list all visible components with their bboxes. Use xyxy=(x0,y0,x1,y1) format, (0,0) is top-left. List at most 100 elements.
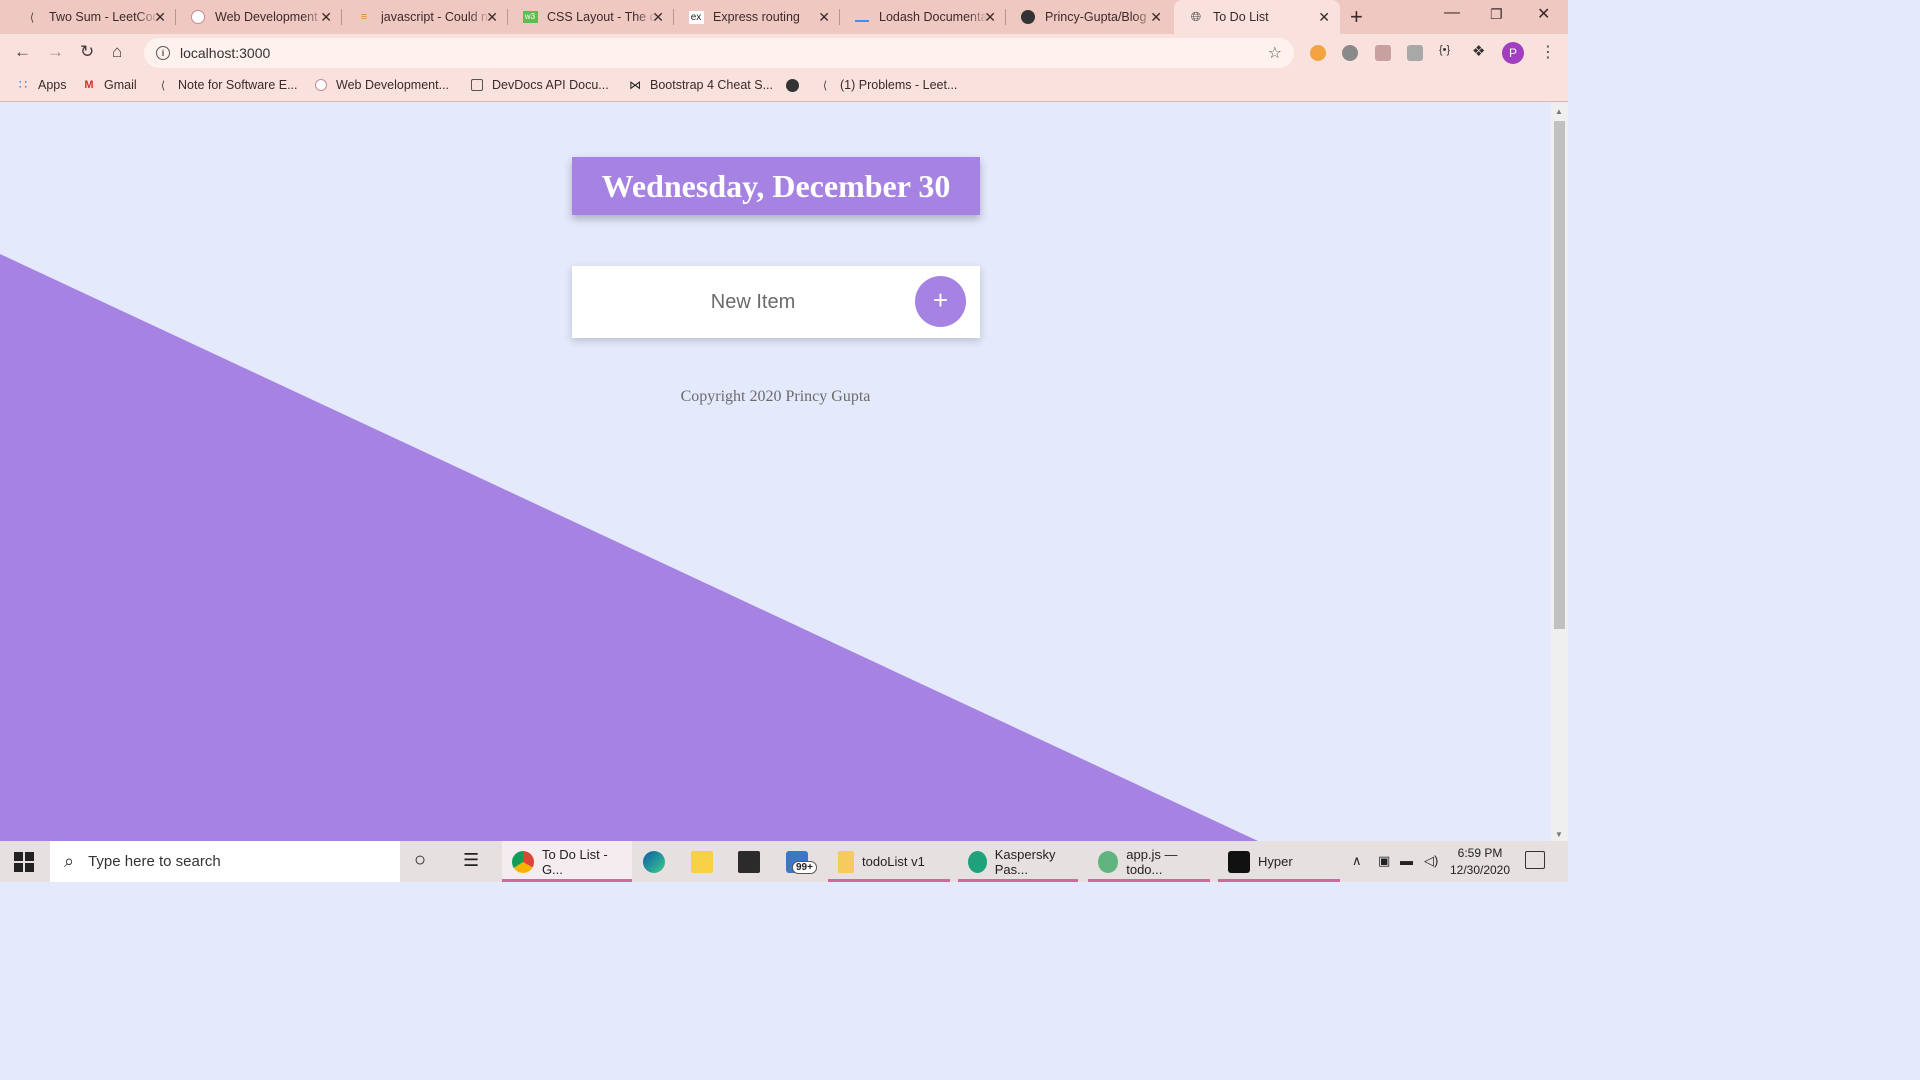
bookmark-gmail[interactable]: M Gmail xyxy=(82,78,136,92)
bookmark-problems-leetcode[interactable]: ⟨ (1) Problems - Leet... xyxy=(818,78,958,92)
bookmark-star-icon[interactable]: ☆ xyxy=(1268,43,1282,63)
tab-lodash-documentation[interactable]: Lodash Documentation ✕ xyxy=(840,0,1006,34)
bookmark-web-development[interactable]: Web Development... xyxy=(314,78,449,92)
bookmarks-bar: ∷ Apps M Gmail ⟨ Note for Software E... … xyxy=(0,72,1568,102)
clock-time: 6:59 PM xyxy=(1457,846,1503,860)
close-tab-icon[interactable]: ✕ xyxy=(984,9,996,26)
scroll-up-arrow-icon[interactable]: ▲ xyxy=(1555,107,1563,116)
store-icon xyxy=(738,850,760,873)
task-view-icon[interactable]: ☰ xyxy=(463,850,479,871)
tab-to-do-list[interactable]: 🌐︎ To Do List ✕ xyxy=(1174,0,1340,34)
taskbar-app-kaspersky[interactable]: Kaspersky Pas... xyxy=(958,841,1078,882)
scroll-down-arrow-icon[interactable]: ▼ xyxy=(1555,830,1563,839)
bookmark-label: Web Development... xyxy=(336,78,450,92)
close-tab-icon[interactable]: ✕ xyxy=(320,9,332,26)
taskbar-app-atom[interactable]: app.js — todo... xyxy=(1088,841,1210,882)
taskbar-app-label: Hyper xyxy=(1258,854,1293,869)
date-heading-box: Wednesday, December 30 xyxy=(572,157,980,215)
taskbar-app-label: app.js — todo... xyxy=(1126,846,1178,877)
tab-two-sum[interactable]: ⟨ Two Sum - LeetCode ✕ xyxy=(10,0,176,34)
github-icon xyxy=(1020,9,1036,25)
bowtie-icon: ⋈ xyxy=(629,78,641,92)
folder-icon xyxy=(838,850,854,873)
windows-taskbar: ⌕ Type here to search ○ ☰ To Do List - G… xyxy=(0,841,1568,882)
screenshot-icon[interactable] xyxy=(1407,45,1423,61)
bookmark-label: Apps xyxy=(38,78,67,92)
close-tab-icon[interactable]: ✕ xyxy=(652,9,664,26)
new-item-input[interactable] xyxy=(592,284,914,320)
chrome-icon xyxy=(512,850,534,873)
close-tab-icon[interactable]: ✕ xyxy=(1150,9,1162,26)
close-tab-icon[interactable]: ✕ xyxy=(1318,9,1330,26)
sticky-notes-icon xyxy=(691,850,713,873)
copyright-footer: Copyright 2020 Princy Gupta xyxy=(680,388,871,405)
taskbar-clock[interactable]: 6:59 PM 12/30/2020 xyxy=(1449,845,1511,879)
profile-avatar[interactable]: P xyxy=(1502,42,1524,64)
page-scrollbar[interactable]: ▲ ▼ xyxy=(1551,103,1568,841)
volume-icon[interactable]: ◁) xyxy=(1424,853,1438,869)
show-hidden-icons-chevron-icon[interactable]: ∧ xyxy=(1352,853,1362,869)
minimize-window-icon[interactable]: — xyxy=(1444,4,1460,22)
bookmark-label: Bootstrap 4 Cheat S... xyxy=(650,78,773,92)
battery-icon[interactable]: ▬ xyxy=(1400,853,1413,868)
tab-web-development[interactable]: Web Development ✕ xyxy=(176,0,342,34)
address-url[interactable]: localhost:3000 xyxy=(180,45,270,61)
cortana-icon[interactable]: ○ xyxy=(414,849,426,872)
browser-toolbar: ← → ↻ ⌂ i localhost:3000 ☆ {•} ❖ P ⋮ xyxy=(0,34,1568,72)
notification-center-icon[interactable] xyxy=(1525,851,1545,869)
leetcode-icon: ⟨ xyxy=(29,11,35,24)
forward-arrow-icon[interactable]: → xyxy=(47,42,64,62)
bookmark-note-for-software[interactable]: ⟨ Note for Software E... xyxy=(156,78,298,92)
taskbar-app-label: todoList v1 xyxy=(862,854,925,869)
bookmark-globe[interactable] xyxy=(785,78,807,92)
edge-icon xyxy=(643,850,665,873)
taskbar-search-box[interactable]: ⌕ Type here to search xyxy=(50,841,400,882)
reload-icon[interactable]: ↻ xyxy=(80,42,94,62)
new-tab-button[interactable]: + xyxy=(1350,4,1363,30)
site-info-icon[interactable]: i xyxy=(156,46,170,60)
cast-icon[interactable] xyxy=(1375,45,1391,61)
kaspersky-icon xyxy=(968,850,987,873)
w3schools-icon: w3 xyxy=(522,9,538,25)
restore-window-icon[interactable]: ❐ xyxy=(1490,6,1503,23)
taskbar-app-edge[interactable] xyxy=(633,841,679,882)
taskbar-app-store[interactable] xyxy=(728,841,774,882)
taskbar-app-file-explorer[interactable]: todoList v1 xyxy=(828,841,950,882)
tab-title: Two Sum - LeetCode xyxy=(49,10,159,24)
close-tab-icon[interactable]: ✕ xyxy=(818,9,830,26)
address-bar[interactable]: i localhost:3000 ☆ xyxy=(144,38,1294,68)
tab-express-routing[interactable]: ex Express routing ✕ xyxy=(674,0,840,34)
taskbar-app-label: Kaspersky Pas... xyxy=(994,846,1056,877)
taskbar-app-mail[interactable]: 99+ xyxy=(776,841,826,882)
taskbar-app-sticky-notes[interactable] xyxy=(681,841,727,882)
taskbar-app-hyper[interactable]: Hyper xyxy=(1218,841,1340,882)
hyper-icon xyxy=(1228,850,1250,873)
apps-grid-icon: ∷ xyxy=(18,77,28,92)
bookmark-apps[interactable]: ∷ Apps xyxy=(16,77,67,92)
bookmark-bootstrap[interactable]: ⋈ Bootstrap 4 Cheat S... xyxy=(628,78,773,92)
globe-icon xyxy=(785,78,799,92)
bookmark-devdocs[interactable]: DevDocs API Docu... xyxy=(470,78,609,92)
browser-menu-icon[interactable]: ⋮ xyxy=(1540,42,1556,62)
date-heading: Wednesday, December 30 xyxy=(601,167,951,204)
back-arrow-icon[interactable]: ← xyxy=(14,42,31,62)
extensions-puzzle-icon[interactable]: ❖ xyxy=(1472,42,1488,60)
close-window-icon[interactable]: ✕ xyxy=(1537,4,1550,24)
close-tab-icon[interactable]: ✕ xyxy=(486,9,498,26)
scrollbar-thumb[interactable] xyxy=(1554,121,1565,629)
taskbar-search-placeholder: Type here to search xyxy=(88,853,221,870)
close-tab-icon[interactable]: ✕ xyxy=(154,9,166,26)
tab-javascript-question[interactable]: ≡ javascript - Could not ✕ xyxy=(342,0,508,34)
globe-icon: 🌐︎ xyxy=(1190,9,1202,24)
home-icon[interactable]: ⌂ xyxy=(112,42,122,62)
extension-bug-icon[interactable] xyxy=(1342,45,1358,61)
taskbar-app-chrome[interactable]: To Do List - G... xyxy=(502,841,632,882)
tab-title: To Do List xyxy=(1213,10,1269,24)
tab-github-blog[interactable]: Princy-Gupta/Blog ✕ xyxy=(1006,0,1172,34)
add-item-button[interactable]: + xyxy=(915,276,966,327)
extension-honey-icon[interactable] xyxy=(1310,45,1326,61)
tab-css-layout[interactable]: w3 CSS Layout - The display ✕ xyxy=(508,0,674,34)
device-icon[interactable]: ▣ xyxy=(1378,853,1390,869)
json-extension-icon[interactable]: {•} xyxy=(1439,44,1455,60)
windows-start-icon[interactable] xyxy=(14,852,34,872)
